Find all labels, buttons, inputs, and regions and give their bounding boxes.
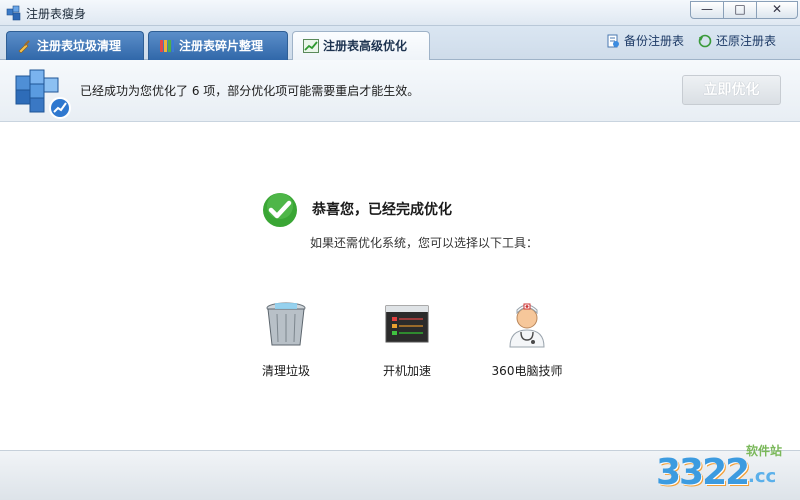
tool-label: 开机加速: [382, 364, 431, 378]
tab-registry-advanced-optimize[interactable]: 注册表高级优化: [292, 31, 430, 62]
registry-cube-icon: [6, 5, 21, 21]
bars-icon: [160, 40, 174, 52]
tab-registry-defrag[interactable]: 注册表碎片整理: [148, 31, 288, 61]
backup-doc-icon: [607, 34, 619, 48]
completion-subline: 如果还需优化系统，您可以选择以下工具：: [310, 236, 539, 250]
minimize-button[interactable]: —: [690, 1, 724, 19]
tool-clean-junk[interactable]: 清理垃圾: [241, 300, 331, 379]
tab-label: 注册表碎片整理: [179, 39, 264, 53]
watermark-number: 3322: [656, 452, 750, 493]
trash-bin-icon: [266, 302, 306, 346]
optimize-now-button[interactable]: 立即优化: [682, 75, 781, 105]
title-bar: 注册表瘦身 — □ ✕: [0, 0, 800, 26]
tool-startup-boost[interactable]: 开机加速: [362, 300, 452, 379]
site-watermark-logo: 软件站 3322 .cc: [650, 438, 800, 500]
restore-arrow-icon: [698, 34, 712, 48]
restore-registry-label: 还原注册表: [716, 34, 777, 48]
tab-bar: 注册表垃圾清理 注册表碎片整理 注册表高级优化 备份注册表 还原注册表: [0, 26, 800, 62]
info-bar: 已经成功为您优化了 6 项，部分优化项可能需要重启才能生效。 立即优化: [0, 60, 800, 122]
chart-up-icon: [303, 39, 319, 53]
close-button[interactable]: ✕: [756, 1, 798, 19]
tool-label: 360电脑技师: [491, 364, 563, 378]
main-content: 恭喜您，已经完成优化 如果还需优化系统，您可以选择以下工具： 清理垃圾 开机加速: [0, 122, 800, 450]
tool-label: 清理垃圾: [261, 364, 310, 378]
tab-label: 注册表垃圾清理: [37, 39, 122, 53]
broom-icon: [18, 40, 30, 53]
startup-window-icon: [385, 305, 429, 343]
tool-360-pc-technician[interactable]: 360电脑技师: [482, 300, 572, 379]
registry-cubes-icon: [15, 69, 71, 119]
optimize-result-message: 已经成功为您优化了 6 项，部分优化项可能需要重启才能生效。: [80, 84, 420, 98]
restore-registry-link[interactable]: 还原注册表: [698, 33, 776, 49]
backup-registry-label: 备份注册表: [624, 34, 685, 48]
watermark-domain: .cc: [748, 466, 777, 487]
window-title: 注册表瘦身: [26, 7, 87, 21]
backup-registry-link[interactable]: 备份注册表: [606, 33, 684, 49]
completion-headline: 恭喜您，已经完成优化: [312, 202, 452, 218]
maximize-button[interactable]: □: [723, 1, 757, 19]
tab-registry-junk-clean[interactable]: 注册表垃圾清理: [6, 31, 144, 61]
doctor-icon: [509, 303, 545, 348]
watermark-site-text: 软件站: [746, 444, 783, 458]
check-icon: [263, 193, 297, 227]
tab-label: 注册表高级优化: [323, 39, 408, 53]
